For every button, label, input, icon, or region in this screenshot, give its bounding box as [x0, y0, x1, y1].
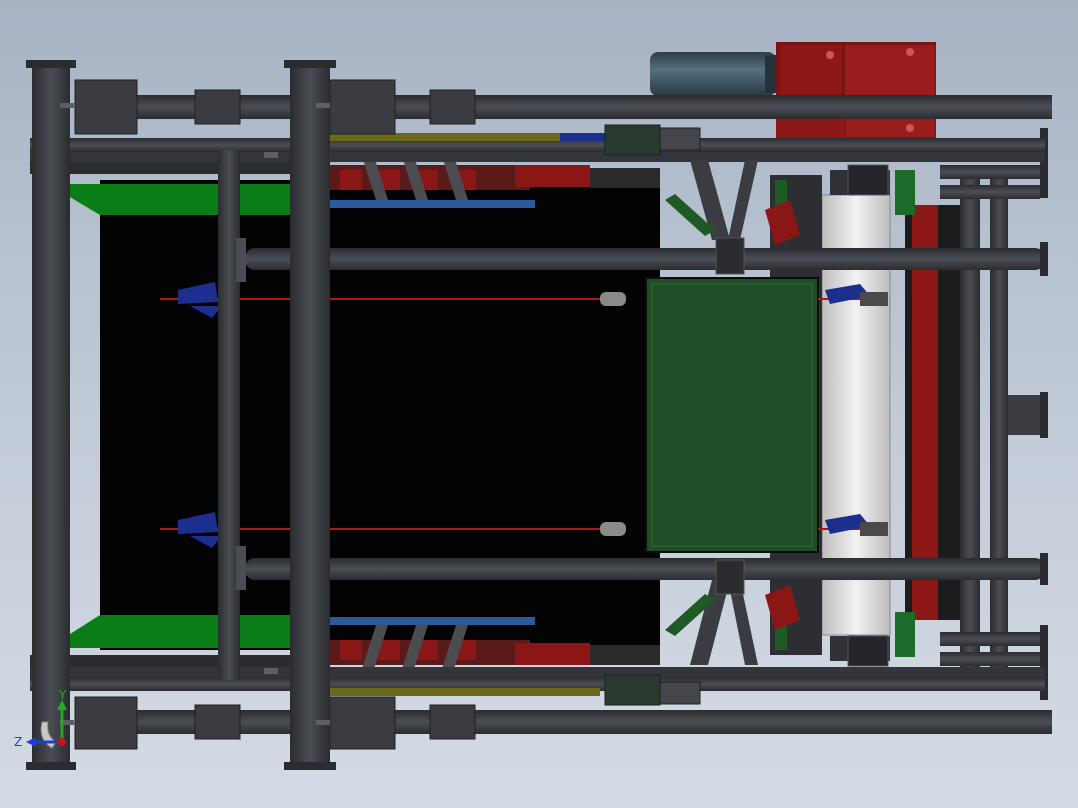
cad-viewport[interactable]: Y Z — [0, 0, 1078, 808]
center-panel — [645, 277, 819, 553]
drive-drum — [895, 170, 965, 657]
motor-body — [650, 52, 776, 96]
belt-edge-top — [48, 184, 300, 215]
head-drum-bottom — [590, 645, 660, 665]
belt-edge-bottom — [48, 615, 300, 648]
triad-z-label: Z — [14, 735, 22, 749]
head-drum-top — [590, 168, 660, 188]
conveyor-belt — [48, 168, 660, 665]
drive-motor — [650, 52, 777, 96]
gearbox — [776, 42, 936, 140]
triad-y-label: Y — [58, 688, 67, 702]
